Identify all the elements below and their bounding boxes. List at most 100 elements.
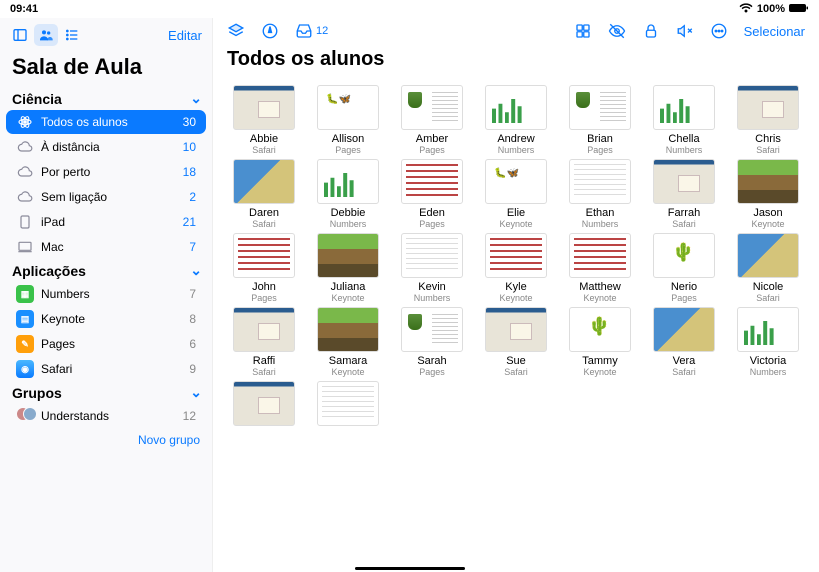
student-name: Juliana [331, 281, 366, 293]
toolbar: 12 Selecionar [213, 18, 819, 44]
sidebar-item-pages[interactable]: ✎Pages6 [6, 332, 206, 356]
student-card[interactable]: NicoleSafari [729, 233, 807, 303]
layers-button[interactable] [227, 22, 245, 40]
student-app-label: Pages [419, 145, 445, 155]
student-name: Victoria [750, 355, 786, 367]
sidebar-item-por-perto[interactable]: Por perto18 [6, 160, 206, 184]
student-screen-thumbnail [401, 85, 463, 130]
more-button[interactable] [710, 22, 728, 40]
student-card[interactable]: ElieKeynote [477, 159, 555, 229]
student-app-label: Keynote [331, 293, 364, 303]
student-card[interactable]: JulianaKeynote [309, 233, 387, 303]
student-card[interactable]: DebbieNumbers [309, 159, 387, 229]
sidebar-item-count: 21 [183, 215, 196, 229]
student-card[interactable]: VeraSafari [645, 307, 723, 377]
student-card[interactable]: VictoriaNumbers [729, 307, 807, 377]
student-name: Jason [753, 207, 782, 219]
student-card[interactable]: NerioPages [645, 233, 723, 303]
student-card[interactable]: ChellaNumbers [645, 85, 723, 155]
student-card[interactable]: AmberPages [393, 85, 471, 155]
student-card[interactable]: SarahPages [393, 307, 471, 377]
navigate-button[interactable] [261, 22, 279, 40]
grid-view-button[interactable] [574, 22, 592, 40]
sidebar-section-header[interactable]: Aplicações⌄ [0, 260, 212, 281]
student-card[interactable]: BrianPages [561, 85, 639, 155]
atom-icon [16, 113, 34, 131]
lock-button[interactable] [642, 22, 660, 40]
student-screen-thumbnail [401, 307, 463, 352]
student-card[interactable]: KyleKeynote [477, 233, 555, 303]
student-card[interactable]: TammyKeynote [561, 307, 639, 377]
student-screen-thumbnail [737, 159, 799, 204]
student-card[interactable]: JasonKeynote [729, 159, 807, 229]
cloud-x-icon [16, 188, 34, 206]
student-name: Matthew [579, 281, 621, 293]
sidebar-section-header[interactable]: Ciência⌄ [0, 88, 212, 109]
student-app-label: Safari [672, 219, 696, 229]
student-name: Ethan [586, 207, 615, 219]
student-screen-thumbnail [233, 233, 295, 278]
student-card[interactable]: MatthewKeynote [561, 233, 639, 303]
student-card[interactable]: RaffiSafari [225, 307, 303, 377]
wifi-icon [739, 3, 753, 16]
student-card[interactable]: ChrisSafari [729, 85, 807, 155]
sidebar-item-understands[interactable]: Understands12 [6, 404, 206, 428]
student-screen-thumbnail [653, 233, 715, 278]
student-card[interactable]: EdenPages [393, 159, 471, 229]
section-header-label: Grupos [12, 385, 62, 401]
student-name: Samara [329, 355, 368, 367]
student-card[interactable]: AbbieSafari [225, 85, 303, 155]
student-screen-thumbnail [485, 85, 547, 130]
sidebar-section-header[interactable]: Grupos ⌄ [0, 382, 212, 403]
sidebar-item-keynote[interactable]: ▤Keynote8 [6, 307, 206, 331]
student-screen-thumbnail [233, 381, 295, 426]
student-name: Amber [416, 133, 448, 145]
sidebar-item-safari[interactable]: ◉Safari9 [6, 357, 206, 381]
sidebar-item-label: À distância [41, 140, 100, 154]
student-name: Debbie [331, 207, 366, 219]
student-screen-thumbnail [485, 233, 547, 278]
section-header-label: Aplicações [12, 263, 86, 279]
sidebar-item-todos-os-alunos[interactable]: Todos os alunos30 [6, 110, 206, 134]
sidebar-item-mac[interactable]: Mac7 [6, 235, 206, 259]
student-app-label: Keynote [331, 367, 364, 377]
student-card[interactable]: FarrahSafari [645, 159, 723, 229]
student-app-label: Safari [756, 145, 780, 155]
student-card[interactable]: DarenSafari [225, 159, 303, 229]
home-indicator[interactable] [355, 567, 465, 570]
student-card[interactable]: AndrewNumbers [477, 85, 555, 155]
sidebar-item-numbers[interactable]: ▦Numbers7 [6, 282, 206, 306]
student-app-label: Keynote [499, 293, 532, 303]
student-screen-thumbnail [401, 233, 463, 278]
edit-button[interactable]: Editar [168, 28, 202, 43]
sidebar-item-count: 6 [189, 337, 196, 351]
student-card[interactable]: EthanNumbers [561, 159, 639, 229]
student-name: Abbie [250, 133, 278, 145]
list-view-icon[interactable] [60, 24, 84, 46]
ipad-icon [16, 213, 34, 231]
student-name: Eden [419, 207, 445, 219]
student-card[interactable]: JohnPages [225, 233, 303, 303]
student-card[interactable] [225, 381, 303, 429]
sidebar-item-sem-ligação[interactable]: Sem ligação2 [6, 185, 206, 209]
student-card[interactable]: AllisonPages [309, 85, 387, 155]
student-card[interactable]: KevinNumbers [393, 233, 471, 303]
student-card[interactable]: SamaraKeynote [309, 307, 387, 377]
sidebar-item-à-distância[interactable]: À distância10 [6, 135, 206, 159]
chevron-down-icon: ⌄ [190, 384, 202, 401]
new-group-button[interactable]: Novo grupo [0, 429, 212, 451]
sidebar-item-label: Keynote [41, 312, 85, 326]
student-card[interactable]: SueSafari [477, 307, 555, 377]
sidebar-item-count: 12 [183, 409, 196, 423]
student-card[interactable] [309, 381, 387, 429]
people-view-icon[interactable] [34, 24, 58, 46]
sidebar-toggle-icon[interactable] [8, 24, 32, 46]
student-screen-thumbnail [317, 85, 379, 130]
sidebar-item-ipad[interactable]: iPad21 [6, 210, 206, 234]
hide-screens-button[interactable] [608, 22, 626, 40]
select-button[interactable]: Selecionar [744, 24, 805, 39]
inbox-button[interactable]: 12 [295, 22, 328, 40]
mute-button[interactable] [676, 22, 694, 40]
student-app-label: Safari [504, 367, 528, 377]
student-screen-thumbnail [317, 307, 379, 352]
